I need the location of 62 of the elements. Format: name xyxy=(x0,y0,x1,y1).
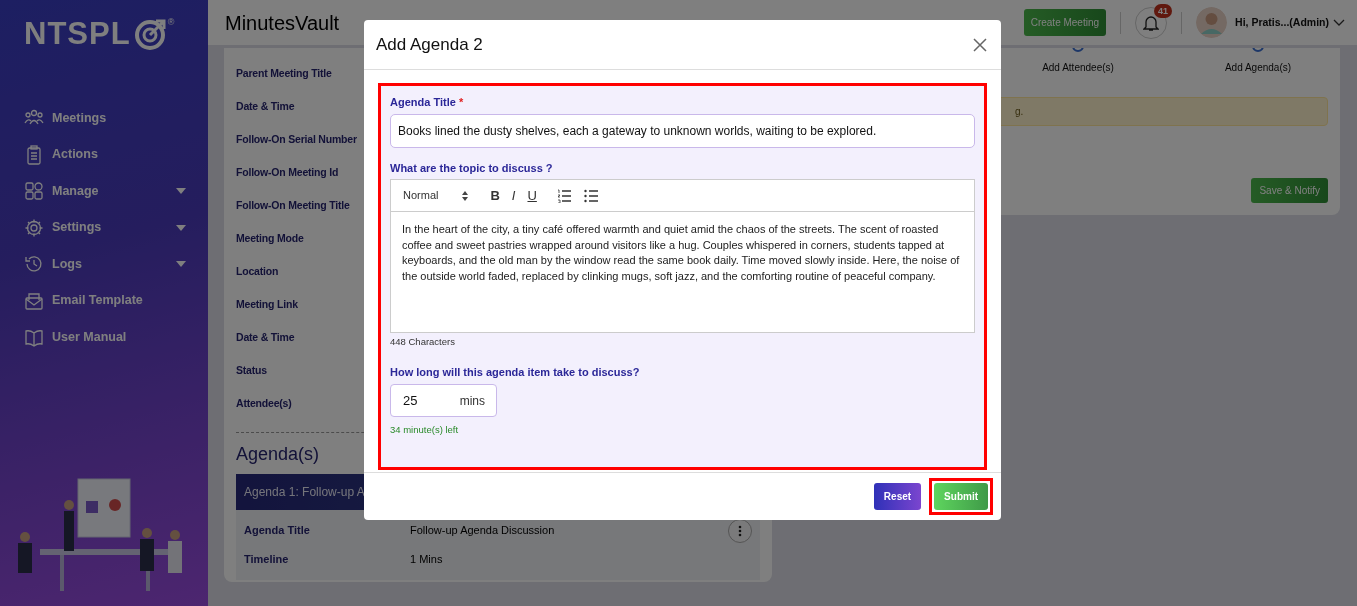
settings-icon xyxy=(24,217,44,238)
chevron-down-icon[interactable] xyxy=(1333,18,1345,27)
field-label: How long will this agenda item take to discuss? xyxy=(390,365,641,381)
book-icon xyxy=(24,327,44,348)
grid-icon xyxy=(24,181,44,202)
sidebar-item[interactable]: User Manual xyxy=(0,319,208,356)
underline-button[interactable]: U xyxy=(523,187,541,204)
field-label: Follow-On Meeting Id xyxy=(236,164,339,180)
save-notify-button[interactable]: Save & Notify xyxy=(1251,178,1328,203)
editor-text[interactable]: In the heart of the city, a tiny café offered warmth and quiet amid the chaos of the streets. The scent of roasted coffee and sweet pastries wrapped around visitors like a hug. Couples whispered in corners, students tapped at keyboards, and the old man by the window read the same book daily. Time moved slowly inside. Here, the noise of the outside world faded, replaced by clinking mugs, soft jazz, and the comforting routine of peaceful company. xyxy=(391,212,974,332)
field-label: Agenda Title xyxy=(244,523,311,539)
logo-text: NTSPL xyxy=(24,17,131,51)
field-label: Attendee(s) xyxy=(236,395,292,411)
modal-title: Add Agenda 2 xyxy=(376,33,483,56)
close-icon xyxy=(973,38,987,53)
field-label: Agenda Title * xyxy=(390,95,465,110)
sidebar-item[interactable]: Actions xyxy=(0,136,208,173)
history-icon xyxy=(24,254,44,275)
field-label: Date & Time xyxy=(236,98,295,114)
character-count: 448 Characters xyxy=(390,335,456,349)
numbered-list-icon xyxy=(556,189,572,204)
sidebar-item[interactable]: Meetings xyxy=(0,100,208,137)
italic-button[interactable]: I xyxy=(507,187,520,204)
field-label: What are the topic to discuss ? xyxy=(390,160,554,176)
field-value: Follow-up Agenda Discussion xyxy=(410,523,555,539)
kebab-icon xyxy=(738,525,742,537)
field-label: Timeline xyxy=(244,552,290,568)
bullet-list-icon xyxy=(583,189,599,204)
mail-icon xyxy=(24,290,44,311)
field-label: Meeting Link xyxy=(236,296,298,312)
field-label: Parent Meeting Title xyxy=(236,65,332,81)
field-label: Status xyxy=(236,362,267,378)
sidebar-item[interactable]: Logs xyxy=(0,246,208,283)
notification-count: 41 xyxy=(1154,3,1173,18)
app-title: MinutesVault xyxy=(225,10,341,36)
create-meeting-button[interactable]: Create Meeting xyxy=(1023,9,1107,36)
sidebar-item[interactable]: Email Template xyxy=(0,282,208,319)
field-label: Meeting Mode xyxy=(236,230,304,246)
submit-button[interactable]: Submit xyxy=(934,483,988,510)
field-label: Follow-On Meeting Title xyxy=(236,197,350,213)
remaining-time: 34 minute(s) left xyxy=(390,422,460,437)
section-heading: Agenda(s) xyxy=(236,443,321,466)
reset-button[interactable]: Reset xyxy=(873,483,922,510)
field-label: Location xyxy=(236,263,279,279)
field-label: Date & Time xyxy=(236,329,295,345)
unit-label: mins xyxy=(459,392,485,410)
bell-icon xyxy=(1143,13,1160,32)
sidebar-item[interactable]: Settings xyxy=(0,209,208,246)
sort-arrows-icon xyxy=(462,190,469,201)
clipboard-icon xyxy=(24,144,44,165)
user-name[interactable]: Hi, Pratis...(Admin) xyxy=(1235,14,1329,31)
registered-mark: ® xyxy=(167,17,175,27)
step-label: Add Agenda(s) xyxy=(1224,61,1292,75)
bold-button[interactable]: B xyxy=(486,187,504,204)
format-dropdown[interactable]: Normal xyxy=(403,187,469,204)
sidebar-item[interactable]: Manage xyxy=(0,173,208,210)
title-input[interactable]: Books lined the dusty shelves, each a gateway to unknown worlds, waiting to be explored. xyxy=(390,113,975,148)
step-label: Add Attendee(s) xyxy=(1042,61,1114,75)
more-button[interactable] xyxy=(728,519,752,543)
field-value: 1 Mins xyxy=(410,552,443,568)
logo-icon xyxy=(133,17,168,51)
field-label: Follow-On Serial Number xyxy=(236,131,357,147)
